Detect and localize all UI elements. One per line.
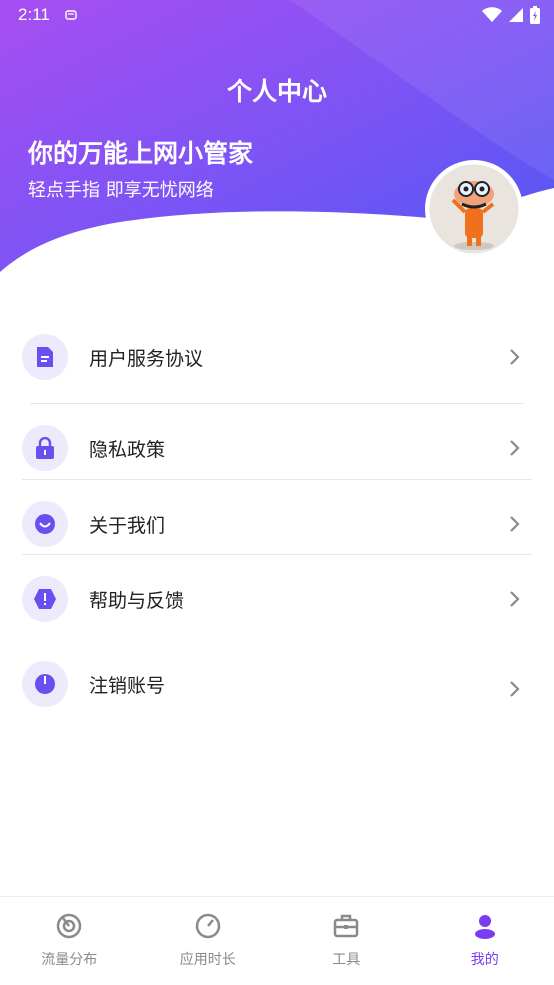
document-icon	[22, 334, 68, 380]
menu-item-label: 注销账号	[89, 671, 504, 698]
power-icon	[22, 661, 68, 707]
avatar[interactable]	[425, 160, 523, 258]
header-subslogan: 轻点手指 即享无忧网络	[28, 176, 214, 202]
menu-item-label: 用户服务协议	[89, 344, 504, 371]
battery-icon	[530, 6, 540, 28]
status-time: 2:11	[18, 5, 50, 25]
status-bar: 2:11	[0, 0, 554, 32]
menu-item-label: 关于我们	[89, 511, 504, 538]
tab-label: 流量分布	[41, 949, 97, 969]
alert-icon	[22, 576, 68, 622]
page-title: 个人中心	[0, 72, 554, 108]
tab-label: 我的	[471, 949, 499, 969]
radar-icon	[55, 912, 83, 944]
tab-mine[interactable]: 我的	[416, 897, 554, 985]
person-icon	[471, 912, 499, 944]
menu-item-label: 帮助与反馈	[89, 586, 504, 613]
gauge-icon	[194, 912, 222, 944]
chevron-right-icon	[504, 589, 524, 609]
profile-header: 2:11 个人中心 你的万能上网小管家 轻点手指 即享无忧网络	[0, 0, 554, 300]
tab-tools[interactable]: 工具	[277, 897, 416, 985]
tab-label: 应用时长	[180, 949, 236, 969]
bottom-tab-bar: 流量分布 应用时长 工具 我的	[0, 896, 554, 985]
menu-item-about-us[interactable]: 关于我们	[22, 496, 532, 552]
menu-item-help-feedback[interactable]: 帮助与反馈	[22, 571, 532, 627]
menu-item-delete-account[interactable]: 注销账号	[22, 656, 532, 712]
notification-icon	[64, 7, 78, 26]
signal-icon	[508, 7, 524, 27]
tab-app-usage[interactable]: 应用时长	[139, 897, 278, 985]
menu-item-user-agreement[interactable]: 用户服务协议	[22, 329, 532, 385]
chevron-right-icon	[504, 679, 524, 699]
avatar-character-icon	[425, 160, 523, 258]
chevron-right-icon	[504, 438, 524, 458]
tab-traffic-distribution[interactable]: 流量分布	[0, 897, 139, 985]
chevron-right-icon	[504, 347, 524, 367]
lock-icon	[22, 425, 68, 471]
chevron-right-icon	[504, 514, 524, 534]
header-slogan: 你的万能上网小管家	[28, 134, 253, 170]
menu-item-label: 隐私政策	[89, 435, 504, 462]
toolbox-icon	[332, 912, 360, 944]
wifi-icon	[482, 7, 502, 27]
divider	[22, 479, 532, 480]
menu-item-privacy-policy[interactable]: 隐私政策	[22, 420, 532, 476]
divider	[30, 403, 524, 404]
tab-label: 工具	[332, 949, 360, 969]
divider	[22, 554, 532, 555]
smile-icon	[22, 501, 68, 547]
